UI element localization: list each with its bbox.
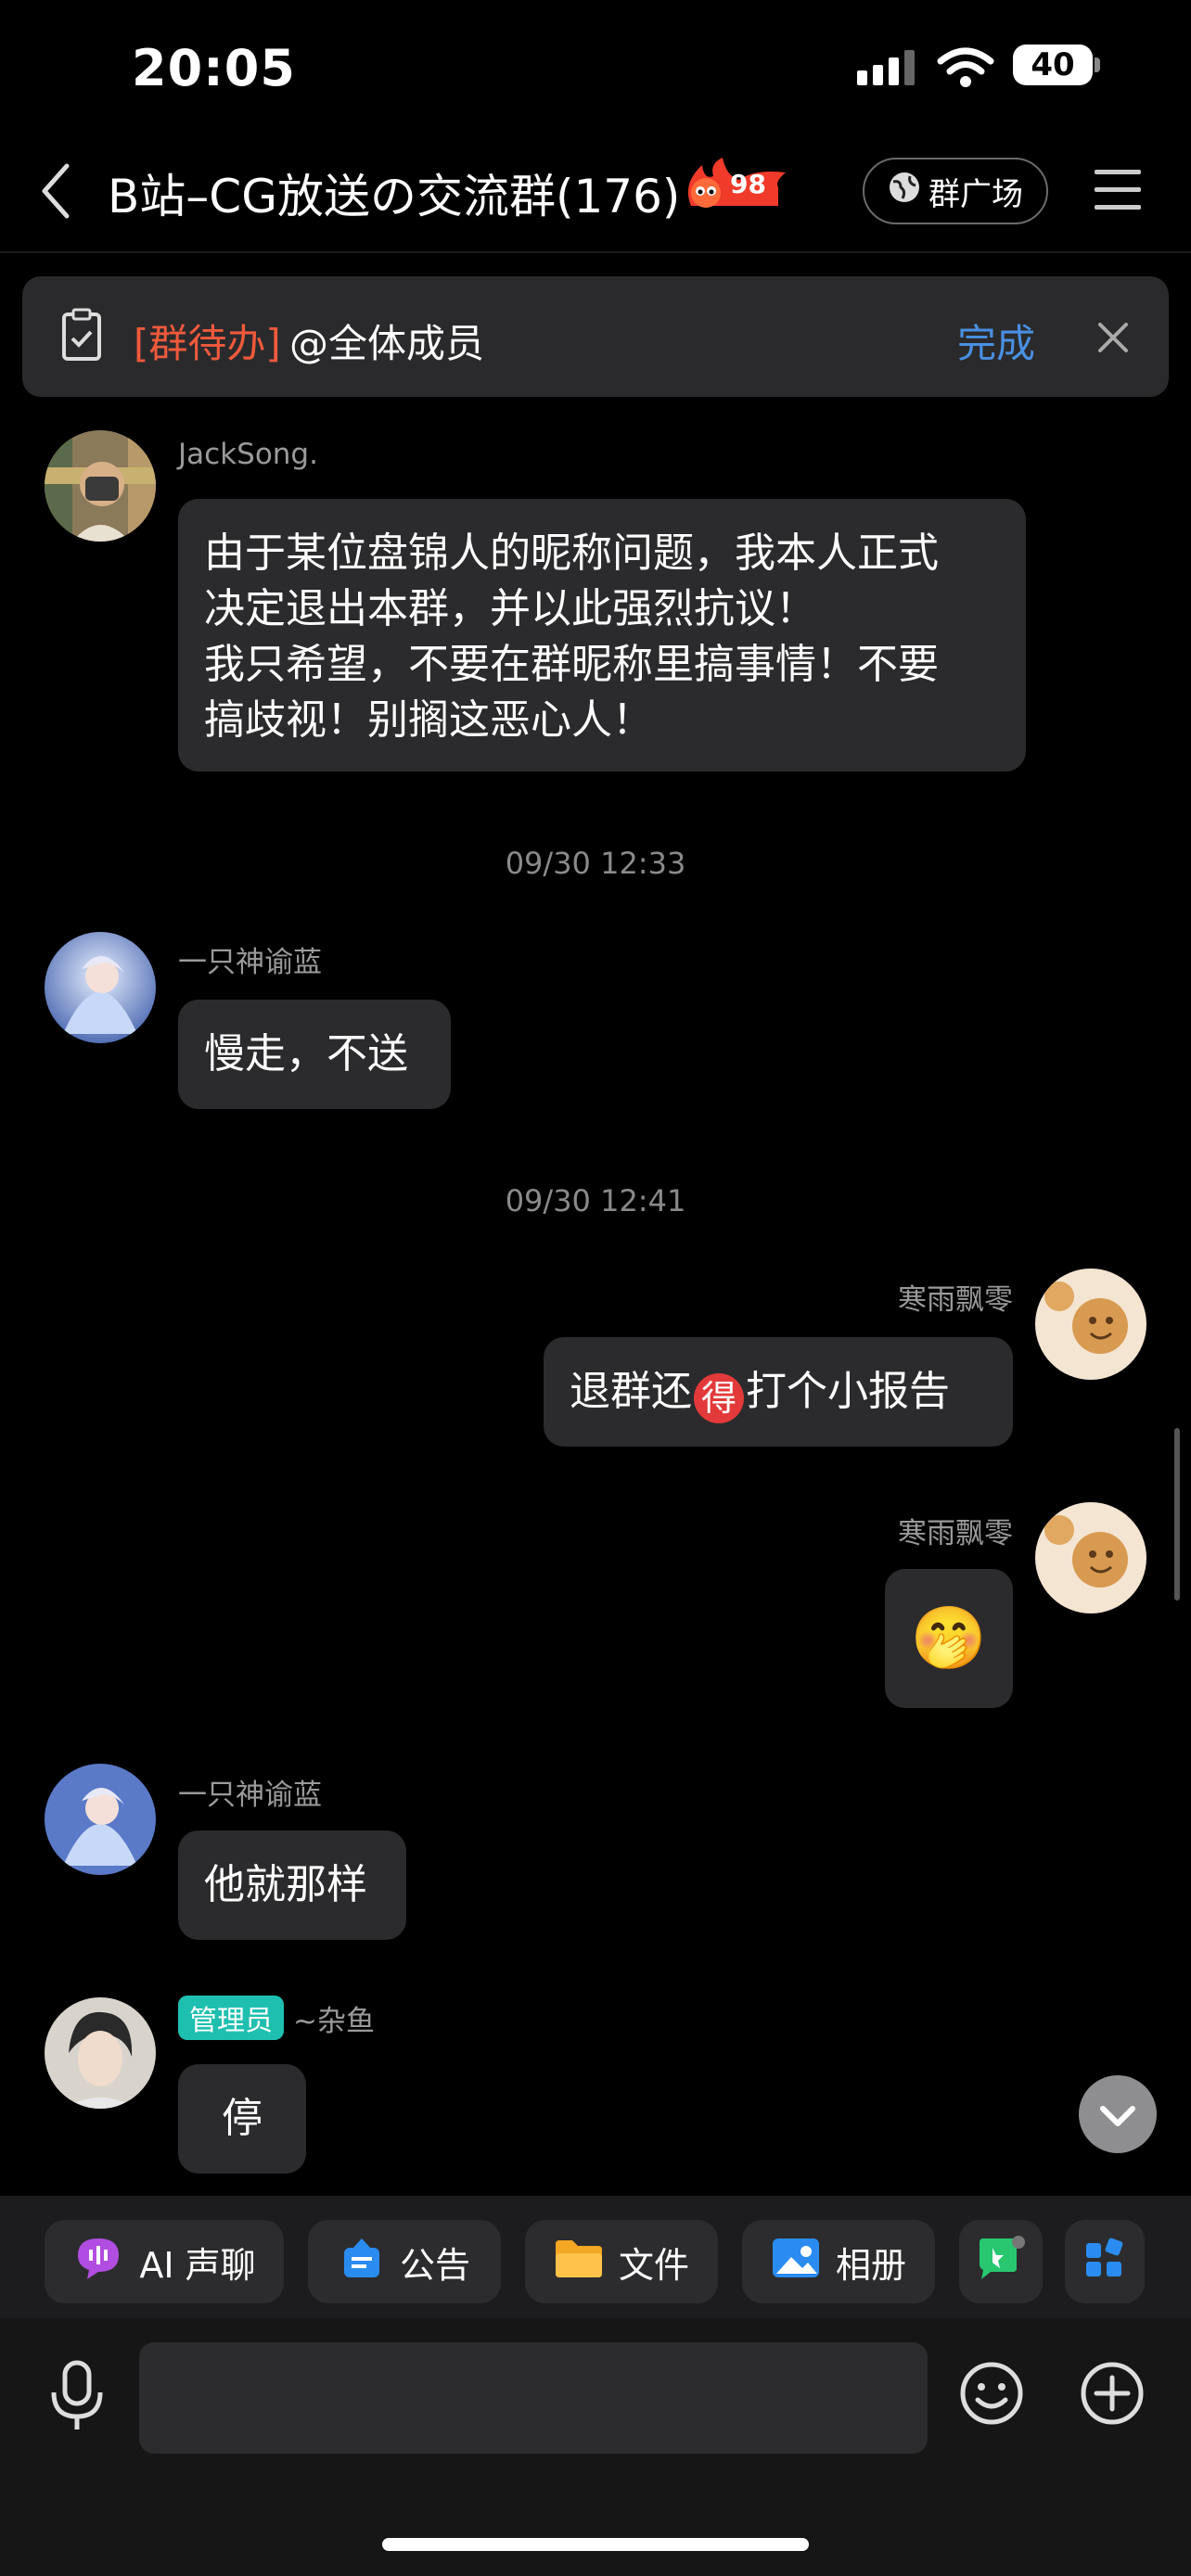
group-plaza-button[interactable]: 群广场: [863, 158, 1048, 224]
sender-name: 寒雨飘零: [898, 1283, 1013, 1317]
message-text: 打个小报告: [746, 1368, 950, 1415]
todo-text: @全体成员: [289, 321, 485, 366]
battery-tip: [1095, 57, 1100, 72]
timestamp: 09/30 12:33: [505, 846, 686, 881]
notice-icon: [339, 2235, 385, 2289]
scrollbar[interactable]: [1174, 1428, 1180, 1600]
album-button[interactable]: 相册: [742, 2220, 935, 2303]
page-title[interactable]: B站–CG放送の交流群(176): [108, 159, 680, 226]
video-chat-button[interactable]: [959, 2220, 1043, 2303]
avatar[interactable]: [45, 932, 156, 1043]
admin-badge: 管理员: [178, 1996, 284, 2040]
ai-voice-icon: [72, 2235, 124, 2289]
battery-icon: 40: [1013, 45, 1093, 85]
status-time: 20:05: [132, 39, 296, 97]
message-text: 慢走，不送: [204, 1030, 408, 1078]
message-line: 搞歧视！别搁这恶心人！: [204, 696, 653, 744]
emoji-icon[interactable]: [959, 2361, 1024, 2429]
chip-label: 相册: [835, 2244, 906, 2286]
plus-icon[interactable]: [1080, 2361, 1145, 2429]
avatar[interactable]: [45, 1764, 156, 1875]
plaza-label: 群广场: [928, 175, 1023, 213]
message-input[interactable]: [139, 2342, 928, 2454]
chip-label: 公告: [399, 2244, 470, 2286]
signal-icon: [857, 50, 915, 85]
message-text: 停: [222, 2095, 263, 2142]
apps-grid-icon: [1084, 2238, 1125, 2287]
microphone-icon[interactable]: [48, 2359, 106, 2437]
message-line: 决定退出本群，并以此强烈抗议！: [204, 585, 816, 632]
menu-icon[interactable]: [1095, 170, 1141, 223]
message-line: 由于某位盘锦人的昵称问题，我本人正式: [204, 529, 939, 577]
video-chat-icon: [976, 2235, 1026, 2289]
clipboard-check-icon: [61, 308, 102, 365]
notice-button[interactable]: 公告: [308, 2220, 501, 2303]
folder-icon: [554, 2237, 604, 2288]
avatar[interactable]: [1035, 1502, 1146, 1613]
group-fire-badge[interactable]: 98: [682, 156, 793, 215]
ai-voice-chat-button[interactable]: AI 声聊: [45, 2220, 284, 2303]
sender-name: ~杂鱼: [293, 2004, 375, 2038]
globe-icon: [888, 171, 921, 212]
message-bubble[interactable]: 慢走，不送: [178, 1000, 451, 1109]
message-bubble[interactable]: 停: [178, 2064, 306, 2174]
message-line: 我只希望，不要在群昵称里搞事情！不要: [204, 641, 939, 688]
wifi-icon: [937, 46, 994, 93]
sender-row: 管理员 ~杂鱼: [178, 1996, 375, 2040]
avatar[interactable]: [45, 1997, 156, 2109]
chip-label: 文件: [618, 2244, 689, 2286]
album-icon: [771, 2237, 821, 2288]
message-bubble[interactable]: 他就那样: [178, 1830, 406, 1940]
message-bubble[interactable]: 由于某位盘锦人的昵称问题，我本人正式 决定退出本群，并以此强烈抗议！ 我只希望，…: [178, 499, 1026, 772]
avatar[interactable]: [1035, 1269, 1146, 1380]
avatar[interactable]: [45, 430, 156, 542]
chip-label: AI 声聊: [139, 2244, 256, 2286]
files-button[interactable]: 文件: [525, 2220, 718, 2303]
fire-count: 98: [730, 169, 766, 199]
todo-done-button[interactable]: 完成: [957, 312, 1035, 369]
scroll-to-bottom-button[interactable]: [1079, 2075, 1157, 2153]
sender-name: JackSong.: [178, 438, 318, 471]
message-bubble[interactable]: 退群还得打个小报告: [544, 1337, 1013, 1447]
sender-name: 寒雨飘零: [898, 1517, 1013, 1550]
sender-name: 一只神谕蓝: [178, 946, 322, 979]
timestamp: 09/30 12:41: [505, 1183, 686, 1218]
sender-name: 一只神谕蓝: [178, 1779, 322, 1812]
red-de-emoji: 得: [694, 1373, 744, 1423]
close-icon[interactable]: [1095, 319, 1132, 360]
home-indicator: [382, 2538, 809, 2551]
back-button[interactable]: [37, 162, 74, 223]
apps-button[interactable]: [1065, 2220, 1145, 2303]
message-text: 他就那样: [204, 1861, 367, 1908]
message-bubble[interactable]: 🤭: [885, 1569, 1013, 1708]
todo-tag: [群待办]: [134, 321, 281, 366]
message-text: 退群还: [570, 1368, 692, 1415]
header-divider: [0, 251, 1191, 253]
hand-over-mouth-emoji: 🤭: [910, 1602, 988, 1674]
